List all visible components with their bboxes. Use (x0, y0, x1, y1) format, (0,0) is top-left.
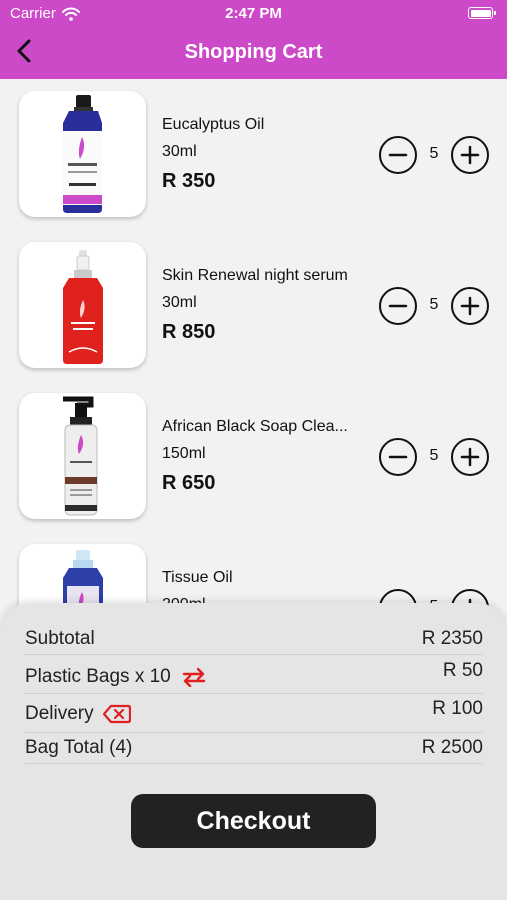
product-size: 30ml (162, 294, 197, 311)
bag-total-label: Bag Total (4) (25, 737, 133, 758)
product-image[interactable] (19, 393, 146, 519)
product-size: 30ml (162, 143, 197, 160)
quantity-value: 5 (429, 145, 439, 162)
cart-item: African Black Soap Clea... 150ml R 650 5 (0, 381, 507, 521)
plastic-bags-label: Plastic Bags x 10 (25, 666, 208, 688)
minus-icon (388, 304, 408, 308)
product-name: Eucalyptus Oil (162, 116, 265, 133)
cart-item: Eucalyptus Oil 30ml R 350 5 (0, 79, 507, 219)
subtotal-label: Subtotal (25, 628, 95, 649)
bag-total-value: R 2500 (421, 737, 483, 758)
product-price: R 350 (162, 170, 216, 192)
product-name: Skin Renewal night serum (162, 267, 348, 284)
quantity-value: 5 (429, 296, 439, 313)
decrease-quantity-button[interactable] (379, 438, 417, 476)
delivery-value: R 100 (432, 698, 483, 719)
cart-item: Skin Renewal night serum 30ml R 850 5 (0, 230, 507, 370)
plus-icon (460, 145, 480, 165)
status-time: 2:47 PM (225, 5, 282, 22)
decrease-quantity-button[interactable] (379, 287, 417, 325)
delivery-row: Delivery R 100 (25, 695, 483, 733)
product-image[interactable] (19, 242, 146, 368)
checkout-button[interactable]: Checkout (131, 794, 376, 848)
app-header: Carrier 2:47 PM Shopping Cart (0, 0, 507, 79)
product-name: African Black Soap Clea... (162, 418, 348, 435)
subtotal-row: Subtotal R 2350 (25, 625, 483, 655)
battery-icon (468, 7, 496, 19)
plastic-bags-row: Plastic Bags x 10 R 50 (25, 656, 483, 694)
plastic-bags-value: R 50 (442, 660, 483, 681)
product-price: R 850 (162, 321, 216, 343)
product-price: R 650 (162, 472, 216, 494)
bag-total-row: Bag Total (4) R 2500 (25, 734, 483, 764)
page-title: Shopping Cart (184, 41, 323, 63)
swap-arrows-icon[interactable] (180, 667, 208, 688)
plus-icon (460, 296, 480, 316)
increase-quantity-button[interactable] (451, 136, 489, 174)
plus-icon (460, 447, 480, 467)
increase-quantity-button[interactable] (451, 438, 489, 476)
minus-icon (388, 455, 408, 459)
subtotal-value: R 2350 (421, 628, 483, 649)
increase-quantity-button[interactable] (451, 287, 489, 325)
decrease-quantity-button[interactable] (379, 136, 417, 174)
order-summary-panel: Subtotal R 2350 Plastic Bags x 10 R 50 D… (0, 603, 507, 900)
product-name: Tissue Oil (162, 569, 233, 586)
delivery-label: Delivery (25, 703, 131, 725)
quantity-value: 5 (429, 447, 439, 464)
product-image[interactable] (19, 91, 146, 217)
remove-delivery-icon[interactable] (102, 704, 131, 724)
product-size: 150ml (162, 445, 206, 462)
minus-icon (388, 153, 408, 157)
status-bar: Carrier 2:47 PM (0, 5, 507, 25)
